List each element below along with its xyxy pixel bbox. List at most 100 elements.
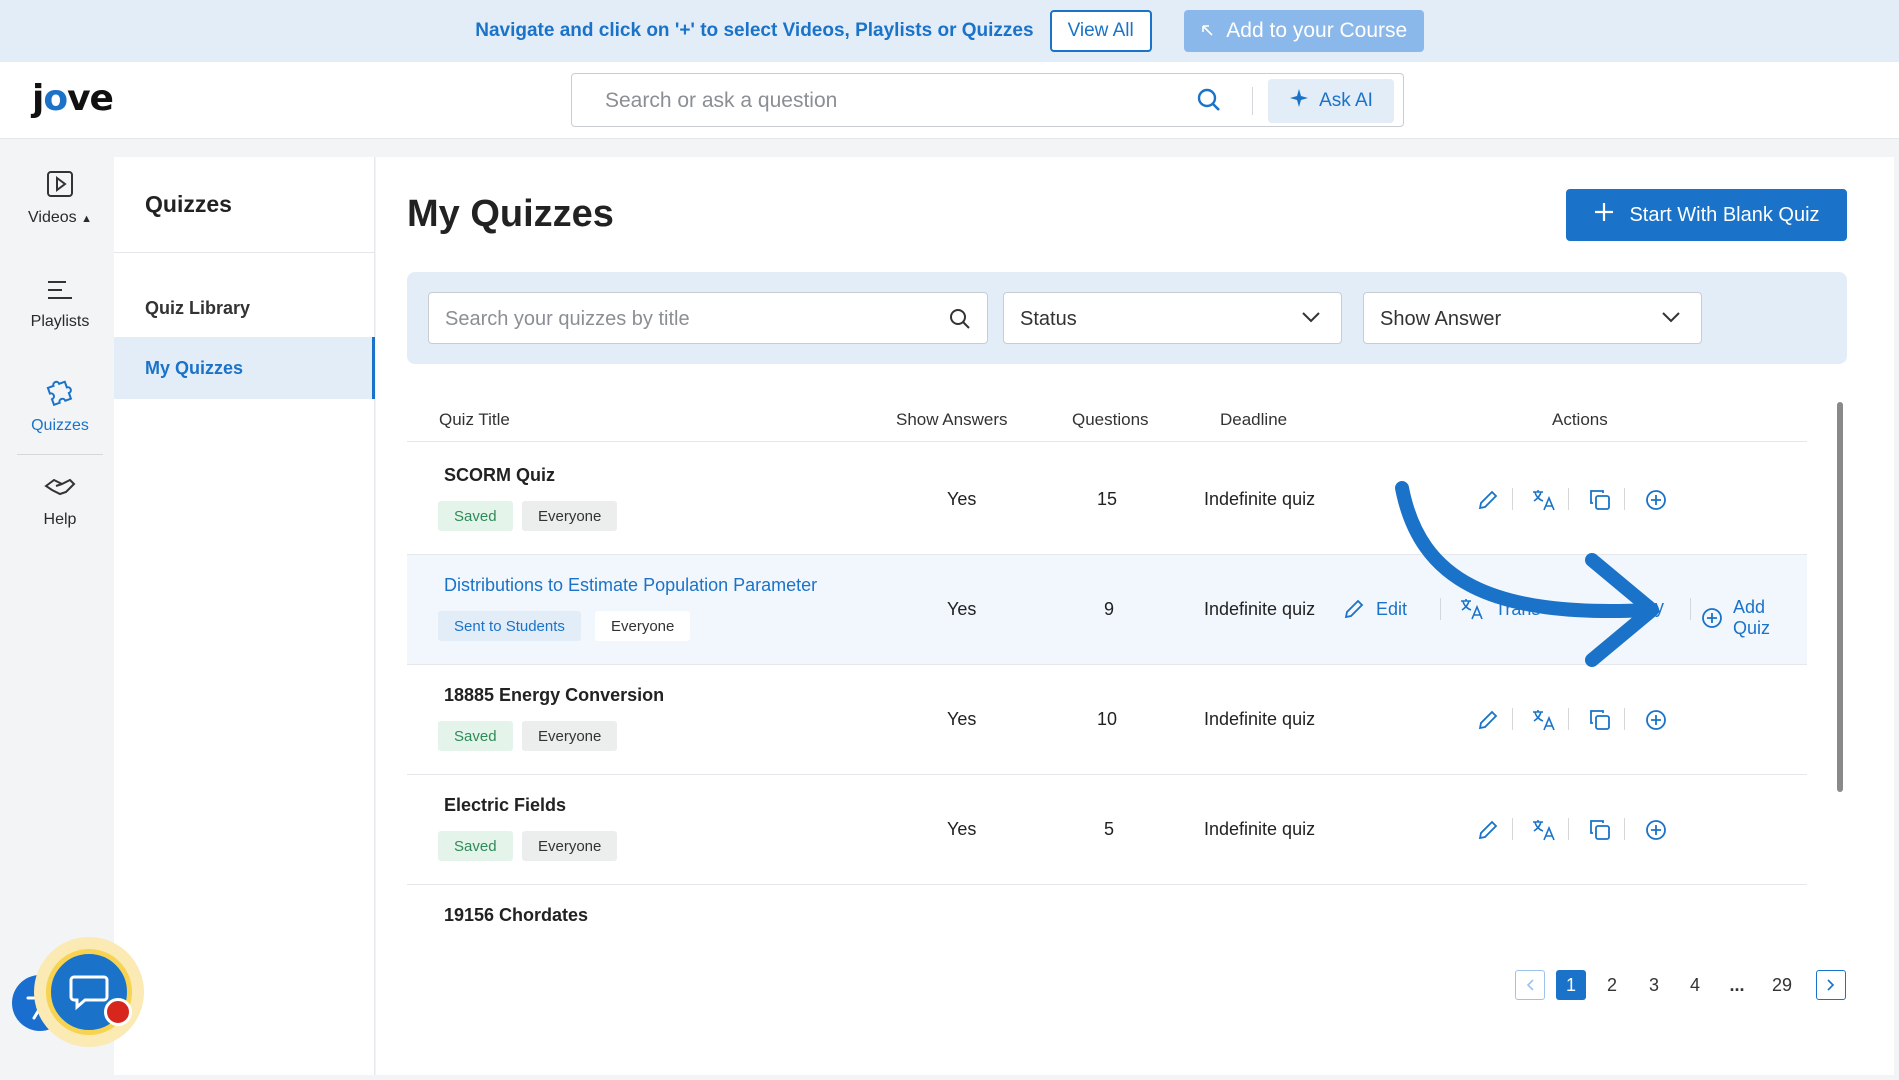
status-select-label: Status xyxy=(1020,308,1077,330)
quiz-title[interactable]: Electric Fields xyxy=(444,795,566,816)
questions-value: 10 xyxy=(1097,709,1118,729)
chevron-down-icon xyxy=(1301,310,1321,329)
col-quiz-title: Quiz Title xyxy=(439,410,510,429)
status-badge: Saved xyxy=(438,831,513,861)
prev-page-button[interactable] xyxy=(1515,970,1545,1000)
ask-ai-button[interactable]: Ask AI xyxy=(1268,79,1394,123)
caret-up-icon: ▲ xyxy=(81,213,92,225)
audience-badge: Everyone xyxy=(595,611,691,641)
page-29[interactable]: 29 xyxy=(1767,970,1797,1000)
page-3[interactable]: 3 xyxy=(1639,970,1669,1000)
subnav-item-my-quizzes[interactable]: My Quizzes xyxy=(114,337,375,399)
audience-badge: Everyone xyxy=(522,501,618,531)
handshake-icon xyxy=(0,476,120,505)
quiz-search-input[interactable]: Search your quizzes by title xyxy=(445,308,690,331)
add-quiz-button[interactable]: Add Quiz xyxy=(1701,597,1807,639)
view-all-button[interactable]: View All xyxy=(1049,10,1152,52)
rail-item-videos[interactable]: Videos ▲ xyxy=(0,170,120,227)
status-badge: Saved xyxy=(438,501,513,531)
table-row[interactable]: 18885 Energy Conversion Saved Everyone Y… xyxy=(407,665,1807,775)
rail-item-playlists[interactable]: Playlists xyxy=(0,278,120,331)
table-header: Quiz Title Show Answers Questions Deadli… xyxy=(407,400,1807,442)
status-select[interactable]: Status xyxy=(1003,292,1342,344)
start-blank-quiz-label: Start With Blank Quiz xyxy=(1629,203,1820,226)
show-answer-select[interactable]: Show Answer xyxy=(1363,292,1702,344)
ask-ai-label: Ask AI xyxy=(1319,90,1373,111)
rail-label-quizzes: Quizzes xyxy=(31,417,89,434)
scrollbar[interactable] xyxy=(1837,402,1843,792)
chevron-down-icon xyxy=(1661,310,1681,329)
search-icon[interactable] xyxy=(1196,87,1222,118)
search-icon[interactable] xyxy=(949,308,971,335)
page-title: My Quizzes xyxy=(407,193,614,235)
audience-badge: Everyone xyxy=(522,721,618,751)
global-search[interactable]: Search or ask a question Ask AI xyxy=(571,73,1404,127)
show-answers-value: Yes xyxy=(947,599,977,619)
show-answers-value: Yes xyxy=(947,709,977,729)
chat-icon xyxy=(69,975,109,1011)
deadline-value: Indefinite quiz xyxy=(1204,599,1316,619)
top-banner: Navigate and click on '+' to select Vide… xyxy=(0,0,1899,62)
status-badge: Saved xyxy=(438,721,513,751)
chevron-left-icon xyxy=(1526,979,1534,991)
notification-dot xyxy=(104,998,132,1026)
questions-value: 5 xyxy=(1104,819,1115,839)
action-divider xyxy=(1512,818,1513,840)
quiz-title[interactable]: Distributions to Estimate Population Par… xyxy=(444,575,817,596)
copy-icon[interactable] xyxy=(1585,705,1615,735)
puzzle-icon xyxy=(0,374,120,411)
page-ellipsis: ... xyxy=(1729,974,1745,995)
search-divider xyxy=(1252,87,1253,115)
translate-icon[interactable] xyxy=(1529,705,1559,735)
page-1[interactable]: 1 xyxy=(1556,970,1586,1000)
global-search-input[interactable]: Search or ask a question xyxy=(605,89,837,113)
jove-logo[interactable]: jove xyxy=(32,78,114,119)
action-divider xyxy=(1512,708,1513,730)
action-divider xyxy=(1690,598,1691,620)
questions-value: 15 xyxy=(1097,489,1118,509)
questions-value: 9 xyxy=(1104,599,1115,619)
col-show-answers: Show Answers xyxy=(896,410,1008,429)
start-blank-quiz-button[interactable]: Start With Blank Quiz xyxy=(1566,189,1847,241)
edit-icon[interactable] xyxy=(1473,815,1503,845)
header: jove Search or ask a question Ask AI xyxy=(0,62,1899,139)
show-answers-value: Yes xyxy=(947,819,977,839)
add-circle-icon[interactable] xyxy=(1641,705,1671,735)
translate-icon[interactable] xyxy=(1529,815,1559,845)
quiz-search[interactable]: Search your quizzes by title xyxy=(428,292,988,344)
subnav-title: Quizzes xyxy=(145,191,232,217)
page-2[interactable]: 2 xyxy=(1597,970,1627,1000)
page-4[interactable]: 4 xyxy=(1680,970,1710,1000)
playlist-icon xyxy=(0,278,120,307)
show-answer-select-label: Show Answer xyxy=(1380,308,1502,330)
add-quiz-label: Add Quiz xyxy=(1732,597,1770,638)
subnav-item-quiz-library[interactable]: Quiz Library xyxy=(114,277,375,339)
edit-icon[interactable] xyxy=(1473,705,1503,735)
add-to-course-label: Add to your Course xyxy=(1226,19,1408,42)
next-page-button[interactable] xyxy=(1816,970,1846,1000)
rail-label-help: Help xyxy=(43,511,77,528)
rail-item-help[interactable]: Help xyxy=(0,476,120,529)
deadline-value: Indefinite quiz xyxy=(1204,489,1316,509)
quiz-title[interactable]: 19156 Chordates xyxy=(444,905,588,926)
add-to-course-button[interactable]: Add to your Course xyxy=(1183,10,1424,52)
add-circle-icon[interactable] xyxy=(1641,815,1671,845)
status-badge: Sent to Students xyxy=(438,611,581,641)
sparkle-icon xyxy=(1289,88,1309,114)
chat-widget[interactable] xyxy=(34,937,144,1047)
table-row[interactable]: 19156 Chordates xyxy=(407,885,1807,935)
copy-icon[interactable] xyxy=(1585,815,1615,845)
rail-item-quizzes[interactable]: Quizzes xyxy=(0,374,120,435)
quiz-title[interactable]: SCORM Quiz xyxy=(444,465,555,486)
subnav-divider xyxy=(114,252,375,253)
table-row[interactable]: Electric Fields Saved Everyone Yes 5 Ind… xyxy=(407,775,1807,885)
quiz-title[interactable]: 18885 Energy Conversion xyxy=(444,685,664,706)
rail-label-playlists: Playlists xyxy=(30,313,90,330)
audience-badge: Everyone xyxy=(522,831,618,861)
col-actions: Actions xyxy=(1552,410,1608,429)
play-icon xyxy=(0,170,120,203)
tutorial-arrow-icon xyxy=(1395,481,1659,667)
rail-divider xyxy=(17,454,103,455)
banner-text: Navigate and click on '+' to select Vide… xyxy=(475,20,1034,41)
plus-icon xyxy=(1593,201,1615,229)
